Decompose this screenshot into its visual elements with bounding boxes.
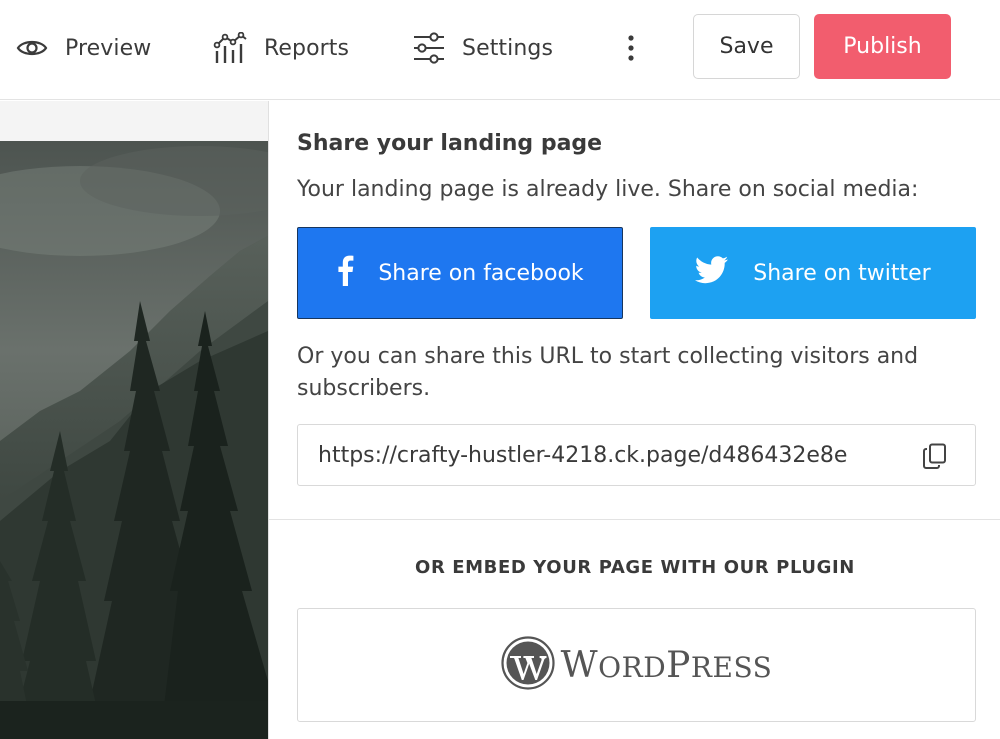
section-divider <box>269 519 1000 520</box>
eye-icon <box>16 37 48 59</box>
top-toolbar: Preview Reports Settings Save Publish <box>0 0 1000 100</box>
share-panel-description: Your landing page is already live. Share… <box>297 177 919 202</box>
facebook-icon <box>336 254 354 292</box>
share-url-field[interactable]: https://crafty-hustler-4218.ck.page/d486… <box>297 424 976 486</box>
more-vertical-icon <box>627 34 635 62</box>
sliders-icon <box>412 32 446 64</box>
share-url-note: Or you can share this URL to start colle… <box>297 344 919 401</box>
share-facebook-button[interactable]: Share on facebook <box>297 227 623 319</box>
reports-button[interactable]: Reports <box>213 28 349 68</box>
share-url-text[interactable]: https://crafty-hustler-4218.ck.page/d486… <box>318 443 847 468</box>
more-options-button[interactable] <box>618 28 644 68</box>
reports-icon <box>213 32 249 64</box>
wordpress-icon <box>501 636 555 694</box>
settings-button[interactable]: Settings <box>412 28 553 68</box>
preview-label: Preview <box>65 35 152 61</box>
twitter-icon <box>695 256 729 290</box>
embed-heading: OR EMBED YOUR PAGE WITH OUR PLUGIN <box>415 557 855 578</box>
landing-page-hero-image <box>0 141 268 739</box>
copy-icon[interactable] <box>923 443 947 469</box>
publish-button[interactable]: Publish <box>814 14 951 79</box>
reports-label: Reports <box>264 35 350 61</box>
share-panel-title: Share your landing page <box>297 131 603 156</box>
share-panel: Share your landing page Your landing pag… <box>268 101 1000 739</box>
wordpress-logo: WORDPRESS <box>501 636 773 694</box>
canvas-top-bar <box>0 101 268 141</box>
share-twitter-label: Share on twitter <box>753 260 931 286</box>
wordpress-plugin-button[interactable]: WORDPRESS <box>297 608 976 722</box>
share-facebook-label: Share on facebook <box>378 260 584 286</box>
wordpress-wordmark: WORDPRESS <box>560 644 773 686</box>
save-button[interactable]: Save <box>693 14 800 79</box>
share-twitter-button[interactable]: Share on twitter <box>650 227 976 319</box>
settings-label: Settings <box>462 35 554 61</box>
preview-button[interactable]: Preview <box>16 28 151 68</box>
